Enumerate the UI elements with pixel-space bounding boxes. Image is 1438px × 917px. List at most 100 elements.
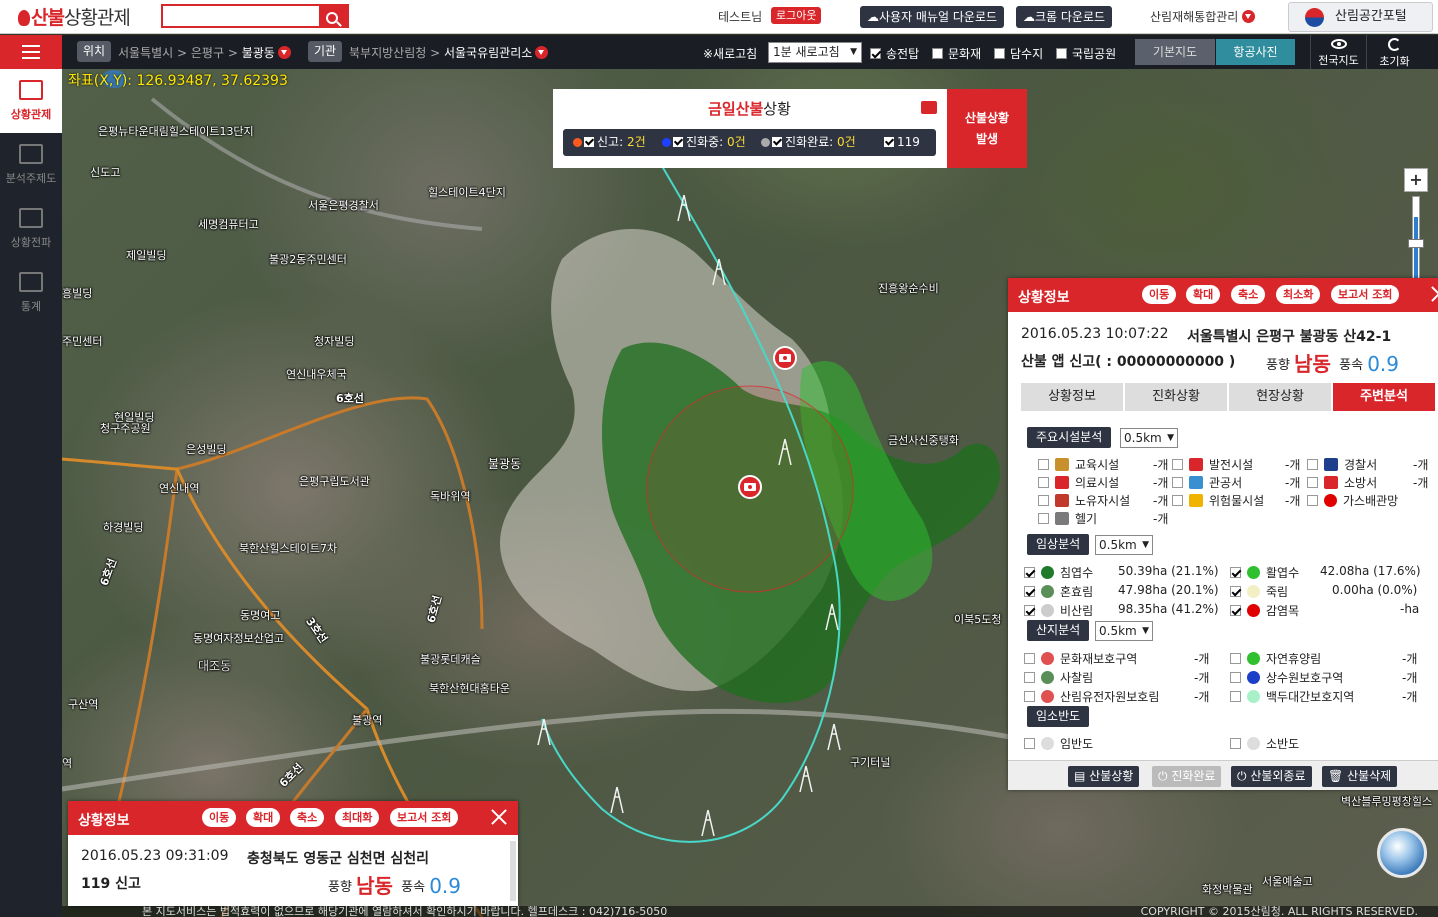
checkbox[interactable]: [1230, 567, 1241, 578]
logout-button[interactable]: 로그아웃: [771, 7, 822, 24]
facility-row[interactable]: 헬기 -개: [1038, 510, 1168, 527]
tab-surrounding-analysis[interactable]: 주변분석: [1333, 383, 1436, 411]
checkbox[interactable]: [870, 48, 881, 59]
management-menu[interactable]: 산림재해통합관리: [1150, 8, 1256, 25]
suppression-complete-button[interactable]: ⏻ 진화완료: [1152, 766, 1222, 787]
zoom-in-button[interactable]: +: [1404, 168, 1428, 192]
app-logo[interactable]: 산불상황관제: [18, 3, 131, 30]
basemap-button[interactable]: 기본지도: [1135, 39, 1215, 65]
minimize-button[interactable]: 최소화: [1276, 285, 1321, 304]
checkbox[interactable]: [1024, 567, 1035, 578]
mountain-row[interactable]: 상수원보호구역 -개: [1230, 669, 1417, 686]
filter-done[interactable]: 진화완료: 0건: [761, 129, 856, 156]
zoom-slider[interactable]: [1408, 196, 1424, 280]
agency-breadcrumb[interactable]: 북부지방산림청 > 서울국유림관리소: [349, 44, 549, 61]
checkbox[interactable]: [1230, 672, 1241, 683]
fire-camera-marker[interactable]: [738, 475, 762, 499]
checkbox[interactable]: [1307, 477, 1318, 488]
fire-status-button[interactable]: ▤ 산불상황: [1068, 766, 1140, 787]
checkbox[interactable]: [673, 137, 683, 147]
checkbox[interactable]: [1172, 495, 1183, 506]
facility-row[interactable]: 발전시설 -개: [1172, 456, 1300, 473]
fire-camera-marker[interactable]: [773, 346, 797, 370]
zoom-knob[interactable]: [1408, 239, 1424, 248]
checkbox[interactable]: [1230, 586, 1241, 597]
facility-row[interactable]: 노유자시설 -개: [1038, 492, 1168, 509]
checkbox[interactable]: [1230, 653, 1241, 664]
forest-radius-select[interactable]: 0.5km: [1095, 535, 1153, 555]
layer-toggle-heritage[interactable]: 문화재: [932, 45, 981, 62]
mountain-row[interactable]: 자연휴양림 -개: [1230, 650, 1417, 667]
nationwide-map-button[interactable]: 전국지도: [1310, 35, 1366, 69]
close-icon[interactable]: [490, 808, 508, 826]
checkbox[interactable]: [1230, 605, 1241, 616]
checkbox[interactable]: [772, 137, 782, 147]
facility-row[interactable]: 경찰서 -개: [1307, 456, 1428, 473]
forest-row[interactable]: 혼효림 47.98ha (20.1%): [1024, 583, 1219, 600]
density-row[interactable]: 소반도: [1230, 735, 1299, 752]
location-breadcrumb[interactable]: 서울특별시 > 은평구 > 불광동: [118, 44, 291, 61]
checkbox[interactable]: [1038, 495, 1049, 506]
checkbox[interactable]: [1307, 495, 1318, 506]
hamburger-menu-button[interactable]: [0, 35, 62, 69]
chevron-down-icon[interactable]: [277, 46, 291, 59]
mountain-row[interactable]: 문화재보호구역 -개: [1024, 650, 1209, 667]
checkbox[interactable]: [1024, 672, 1035, 683]
sidebar-item-situation-control[interactable]: 상황관제: [0, 69, 62, 133]
delete-fire-button[interactable]: 🗑 산불삭제: [1322, 766, 1398, 787]
tab-suppression[interactable]: 진화상황: [1125, 383, 1228, 411]
forest-row[interactable]: 죽림 0.00ha (0.0%): [1230, 583, 1417, 600]
checkbox[interactable]: [1024, 653, 1035, 664]
forest-row[interactable]: 침엽수 50.39ha (21.1%): [1024, 564, 1219, 581]
search-button[interactable]: [319, 4, 349, 28]
globe-minimap-icon[interactable]: [1377, 828, 1427, 878]
zoom-out-panel-button[interactable]: 축소: [1231, 285, 1266, 304]
tab-field-status[interactable]: 현장상황: [1229, 383, 1332, 411]
zoom-out-panel-button[interactable]: 축소: [290, 808, 325, 827]
non-fire-end-button[interactable]: ⏻ 산불외종료: [1231, 766, 1312, 787]
move-button[interactable]: 이동: [1142, 285, 1177, 304]
checkbox[interactable]: [1024, 691, 1035, 702]
reset-button[interactable]: 초기화: [1366, 35, 1422, 69]
checkbox[interactable]: [1038, 477, 1049, 488]
checkbox[interactable]: [1172, 477, 1183, 488]
mountain-row[interactable]: 산림유전자원보호림 -개: [1024, 688, 1209, 705]
mountain-radius-select[interactable]: 0.5km: [1095, 621, 1153, 641]
tab-situation-info[interactable]: 상황정보: [1021, 383, 1124, 411]
checkbox[interactable]: [1024, 738, 1035, 749]
chrome-download-button[interactable]: ☁크롬 다운로드: [1016, 6, 1113, 28]
forest-row[interactable]: 활엽수 42.08ha (17.6%): [1230, 564, 1421, 581]
portal-button[interactable]: 산림공간포털: [1288, 2, 1433, 32]
zoom-in-panel-button[interactable]: 확대: [246, 808, 281, 827]
close-icon[interactable]: [1430, 285, 1438, 303]
checkbox[interactable]: [1230, 738, 1241, 749]
report-view-button[interactable]: 보고서 조회: [390, 808, 459, 827]
report-view-button[interactable]: 보고서 조회: [1331, 285, 1400, 304]
facility-row[interactable]: 가스배관망: [1307, 492, 1398, 509]
filter-report[interactable]: 신고: 2건: [573, 129, 646, 156]
sidebar-item-statistics[interactable]: 통계: [0, 261, 62, 325]
maximize-button[interactable]: 최대화: [335, 808, 380, 827]
checkbox[interactable]: [994, 48, 1005, 59]
layer-toggle-tower[interactable]: 송전탑: [870, 45, 919, 62]
checkbox[interactable]: [1024, 586, 1035, 597]
facility-row[interactable]: 관공서 -개: [1172, 474, 1300, 491]
filter-in-progress[interactable]: 진화중: 0건: [662, 129, 746, 156]
search-input[interactable]: [161, 4, 319, 28]
mountain-row[interactable]: 백두대간보호지역 -개: [1230, 688, 1417, 705]
fire-occurrence-button[interactable]: 산불상황 발생: [947, 89, 1027, 168]
checkbox[interactable]: [584, 137, 594, 147]
forest-row[interactable]: 감염목 -ha: [1230, 602, 1419, 619]
aerial-photo-button[interactable]: 항공사진: [1216, 39, 1295, 65]
checkbox[interactable]: [1307, 459, 1318, 470]
layer-toggle-national-park[interactable]: 국립공원: [1056, 45, 1116, 62]
facility-row[interactable]: 위험물시설 -개: [1172, 492, 1300, 509]
printer-icon[interactable]: [921, 101, 937, 114]
checkbox[interactable]: [1038, 513, 1049, 524]
refresh-select[interactable]: 1분 새로고침: [768, 42, 862, 63]
layer-toggle-reservoir[interactable]: 담수지: [994, 45, 1043, 62]
chevron-down-icon[interactable]: [535, 46, 549, 59]
checkbox[interactable]: [884, 137, 894, 147]
move-button[interactable]: 이동: [202, 808, 237, 827]
facility-row[interactable]: 의료시설 -개: [1038, 474, 1168, 491]
